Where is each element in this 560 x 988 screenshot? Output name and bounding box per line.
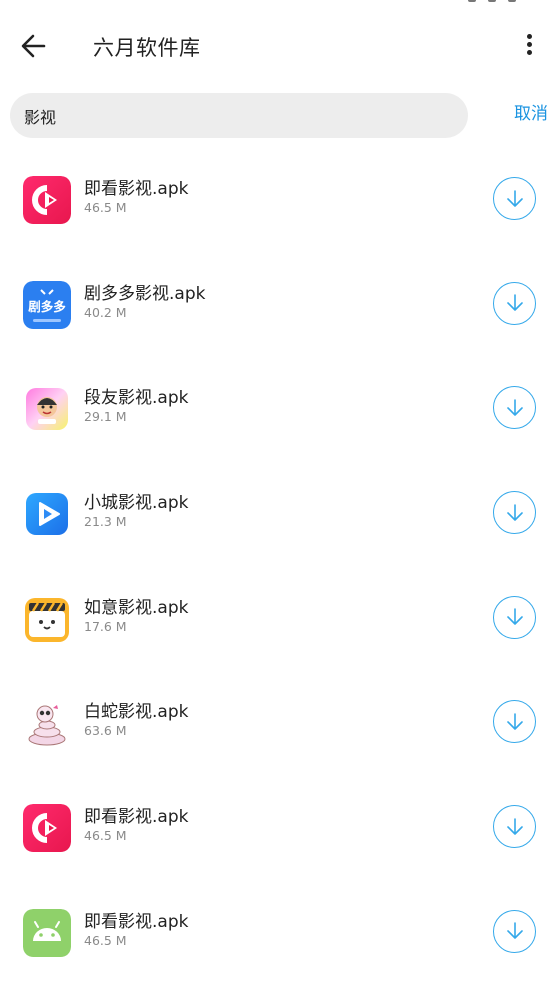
download-button[interactable] xyxy=(493,805,536,849)
app-file-size: 29.1 M xyxy=(84,409,127,425)
app-list-item[interactable]: 小城影视.apk 21.3 M xyxy=(0,464,560,569)
search-bar xyxy=(10,93,468,138)
play-icon-blue xyxy=(23,490,71,538)
more-dot-icon xyxy=(526,42,532,47)
app-header: 六月软件库 xyxy=(0,18,560,74)
android-icon xyxy=(23,908,71,957)
download-arrow-icon xyxy=(506,817,523,835)
app-file-name: 剧多多影视.apk xyxy=(84,283,206,304)
download-arrow-icon xyxy=(506,294,523,311)
app-list-item[interactable]: 即看影视.apk 46.5 M xyxy=(0,150,560,255)
status-bar xyxy=(0,0,560,10)
download-button[interactable] xyxy=(493,177,536,220)
clapperboard-icon xyxy=(23,595,71,643)
app-list-item[interactable]: 段友影视.apk 29.1 M xyxy=(0,359,560,464)
download-button[interactable] xyxy=(493,491,536,535)
download-button[interactable] xyxy=(493,281,536,325)
app-file-name: 即看影视.apk xyxy=(84,807,189,828)
app-file-name: 如意影视.apk xyxy=(84,597,189,618)
download-button[interactable] xyxy=(493,595,536,639)
back-button[interactable] xyxy=(14,28,54,64)
juduoduo-icon: 剧多多 xyxy=(23,280,71,329)
more-dot-icon xyxy=(526,34,532,39)
download-arrow-icon xyxy=(506,922,523,940)
download-arrow-icon xyxy=(506,399,523,416)
svg-text:剧多多: 剧多多 xyxy=(28,299,66,314)
app-file-name: 即看影视.apk xyxy=(84,911,189,932)
download-arrow-icon xyxy=(506,503,523,521)
app-file-name: 小城影视.apk xyxy=(84,493,189,514)
play-icon-pink xyxy=(23,804,71,853)
app-file-size: 46.5 M xyxy=(84,200,127,215)
app-list-item[interactable]: 剧多多 剧多多影视.apk 40.2 M xyxy=(0,255,560,360)
page-title: 六月软件库 xyxy=(93,36,201,60)
download-arrow-icon xyxy=(506,608,523,626)
app-list: 即看影视.apk 46.5 M 剧多多 剧多多影视.apk 40.2 M 段友影视.apk… xyxy=(0,150,560,988)
app-file-name: 即看影视.apk xyxy=(84,179,189,199)
download-button[interactable] xyxy=(493,700,536,744)
app-file-size: 63.6 M xyxy=(84,723,127,739)
download-arrow-icon xyxy=(506,189,523,207)
app-file-size: 46.5 M xyxy=(84,828,127,844)
app-file-size: 17.6 M xyxy=(84,618,127,634)
search-input[interactable] xyxy=(24,93,444,138)
app-file-size: 40.2 M xyxy=(84,304,127,320)
app-file-size: 21.3 M xyxy=(84,514,127,530)
app-file-name: 白蛇影视.apk xyxy=(84,702,189,723)
app-file-size: 46.5 M xyxy=(84,932,127,948)
app-list-item[interactable]: 白蛇影视.apk 63.6 M xyxy=(0,673,560,778)
app-list-item[interactable]: 即看影视.apk 46.5 M xyxy=(0,883,560,988)
more-options-button[interactable] xyxy=(514,28,544,64)
app-list-item[interactable]: 即看影视.apk 46.5 M xyxy=(0,778,560,883)
snake-icon xyxy=(23,699,71,748)
cartoon-face-icon xyxy=(23,385,71,433)
app-file-name: 段友影视.apk xyxy=(84,388,189,409)
cancel-button[interactable]: 取消 xyxy=(514,99,548,124)
more-dot-icon xyxy=(526,50,532,55)
download-arrow-icon xyxy=(506,713,523,730)
back-arrow-icon xyxy=(21,34,46,58)
app-list-item[interactable]: 如意影视.apk 17.6 M xyxy=(0,569,560,674)
download-button[interactable] xyxy=(493,909,536,953)
download-button[interactable] xyxy=(493,386,536,430)
status-icons xyxy=(468,0,516,2)
play-icon-pink xyxy=(23,176,71,224)
